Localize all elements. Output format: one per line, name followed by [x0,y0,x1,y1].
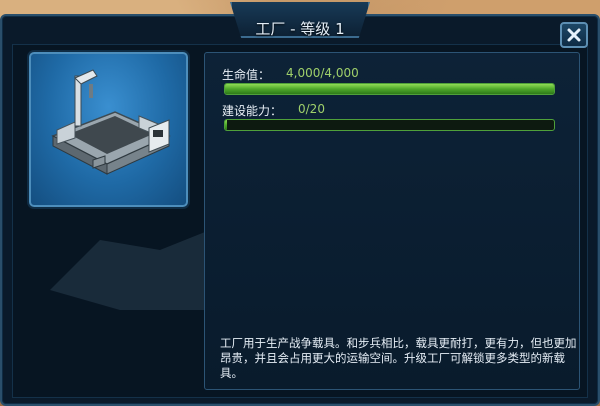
dialog-title: 工厂 - 等级 1 [255,20,345,38]
build-capacity-value: 0/20 [298,102,325,116]
building-image-panel [29,52,188,207]
health-bar-fill [225,84,554,94]
build-capacity-bar [224,119,555,131]
factory-building-icon [51,69,171,175]
health-value: 4,000/4,000 [286,66,359,80]
build-capacity-bar-fill [225,120,227,130]
health-bar [224,83,555,95]
building-description: 工厂用于生产战争载具。和步兵相比，载具更耐打，更有力，但也更加昂贵，并且会占用更… [220,336,577,380]
health-label: 生命值： [222,68,271,82]
build-capacity-label: 建设能力： [222,104,283,118]
close-icon [567,28,581,42]
close-button[interactable] [560,22,588,48]
